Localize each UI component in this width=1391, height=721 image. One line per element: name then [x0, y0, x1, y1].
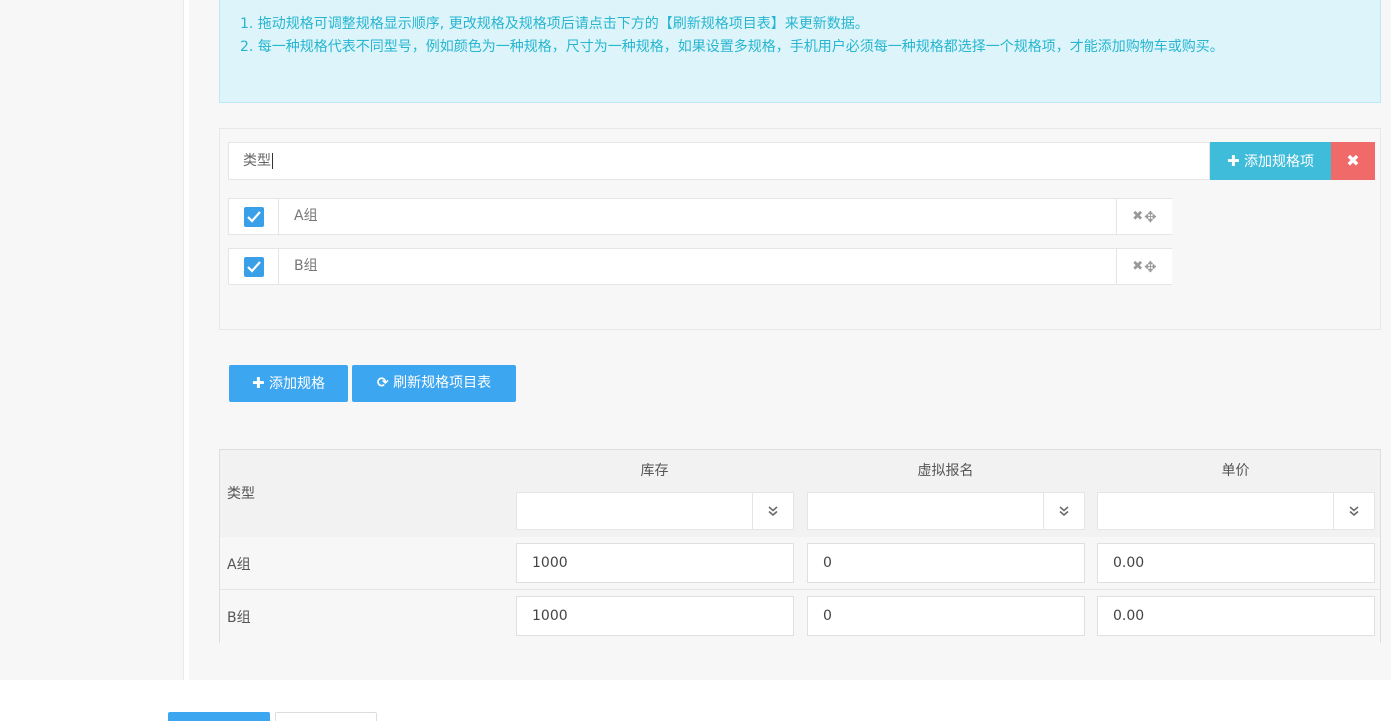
drag-move-icon[interactable]: ✥ [1144, 258, 1157, 276]
spec-item-title: A组 [294, 208, 318, 224]
table-row: B组 1000 0 0.00 [220, 590, 1380, 643]
spec-item-title-input[interactable]: B组 [280, 249, 1116, 284]
stock-batch-select[interactable] [516, 492, 794, 530]
type-column-header: 类型 [227, 486, 255, 502]
refresh-spec-table-label: 刷新规格项目表 [393, 375, 492, 391]
sku-table: 类型 库存 虚拟报名 单价 A组 1000 0 0.00 B组 1000 0 0… [219, 449, 1381, 643]
virtual-signup-batch-select[interactable] [807, 492, 1085, 530]
spec-item-actions: ✖ ✥ [1116, 199, 1172, 234]
sku-row-label: A组 [227, 557, 251, 573]
spec-help-tip: 1. 拖动规格可调整规格显示顺序, 更改规格及规格项后请点击下方的【刷新规格项目… [219, 0, 1381, 103]
spec-name-input[interactable]: 类型 [228, 142, 1210, 180]
remove-item-icon[interactable]: ✖ [1132, 209, 1143, 224]
virtual-signup-input[interactable]: 0 [807, 596, 1085, 636]
tip-line-1: 1. 拖动规格可调整规格显示顺序, 更改规格及规格项后请点击下方的【刷新规格项目… [240, 16, 869, 32]
close-icon: ✖ [1346, 151, 1360, 170]
spec-item-title: B组 [294, 258, 318, 274]
virtual-signup-input[interactable]: 0 [807, 543, 1085, 583]
unit-price-input[interactable]: 0.00 [1097, 543, 1375, 583]
delete-spec-button[interactable]: ✖ [1331, 142, 1375, 180]
spec-group: 类型 ✚ 添加规格项 ✖ A组 ✖ ✥ B组 ✖ ✥ [219, 128, 1381, 330]
refresh-icon: ⟳ [376, 375, 389, 391]
add-spec-item-label: 添加规格项 [1244, 154, 1315, 170]
refresh-spec-table-button[interactable]: ⟳ 刷新规格项目表 [352, 365, 516, 402]
spec-item-checkbox[interactable] [244, 207, 264, 227]
back-button[interactable] [275, 712, 377, 721]
text-caret [272, 153, 273, 169]
check-icon [247, 211, 261, 223]
check-icon [247, 261, 261, 273]
spec-item-row: B组 ✖ ✥ [228, 248, 1172, 285]
add-spec-label: 添加规格 [269, 376, 326, 392]
remove-item-icon[interactable]: ✖ [1132, 259, 1143, 274]
spec-item-title-input[interactable]: A组 [280, 199, 1116, 234]
drag-move-icon[interactable]: ✥ [1144, 208, 1157, 226]
plus-icon: ✚ [1226, 152, 1240, 170]
sku-table-header: 类型 库存 虚拟报名 单价 [220, 450, 1380, 537]
spec-editor-content: 1. 拖动规格可调整规格显示顺序, 更改规格及规格项后请点击下方的【刷新规格项目… [189, 0, 1391, 680]
double-chevron-down-icon[interactable] [752, 493, 793, 529]
virtual-signup-column-header: 虚拟报名 [917, 463, 974, 479]
unit-price-batch-select[interactable] [1097, 492, 1375, 530]
spec-name-value: 类型 [243, 153, 271, 169]
add-spec-button[interactable]: ✚ 添加规格 [229, 365, 348, 402]
double-chevron-down-icon[interactable] [1333, 493, 1374, 529]
sku-row-label: B组 [227, 610, 251, 626]
spec-item-checkbox-cell [229, 249, 279, 284]
unit-price-input[interactable]: 0.00 [1097, 596, 1375, 636]
spec-item-row: A组 ✖ ✥ [228, 198, 1172, 235]
unit-price-column-header: 单价 [1221, 463, 1250, 479]
stock-input[interactable]: 1000 [516, 596, 794, 636]
spec-item-checkbox-cell [229, 199, 279, 234]
stock-input[interactable]: 1000 [516, 543, 794, 583]
submit-button[interactable] [168, 712, 270, 721]
left-sidebar-panel [0, 0, 184, 680]
stock-column-header: 库存 [640, 463, 669, 479]
double-chevron-down-icon[interactable] [1043, 493, 1084, 529]
table-row: A组 1000 0 0.00 [220, 537, 1380, 590]
spec-item-checkbox[interactable] [244, 257, 264, 277]
tip-line-2: 2. 每一种规格代表不同型号，例如颜色为一种规格，尺寸为一种规格，如果设置多规格… [240, 39, 1224, 55]
plus-icon: ✚ [251, 374, 265, 392]
add-spec-item-button[interactable]: ✚ 添加规格项 [1210, 142, 1331, 180]
spec-item-actions: ✖ ✥ [1116, 249, 1172, 284]
